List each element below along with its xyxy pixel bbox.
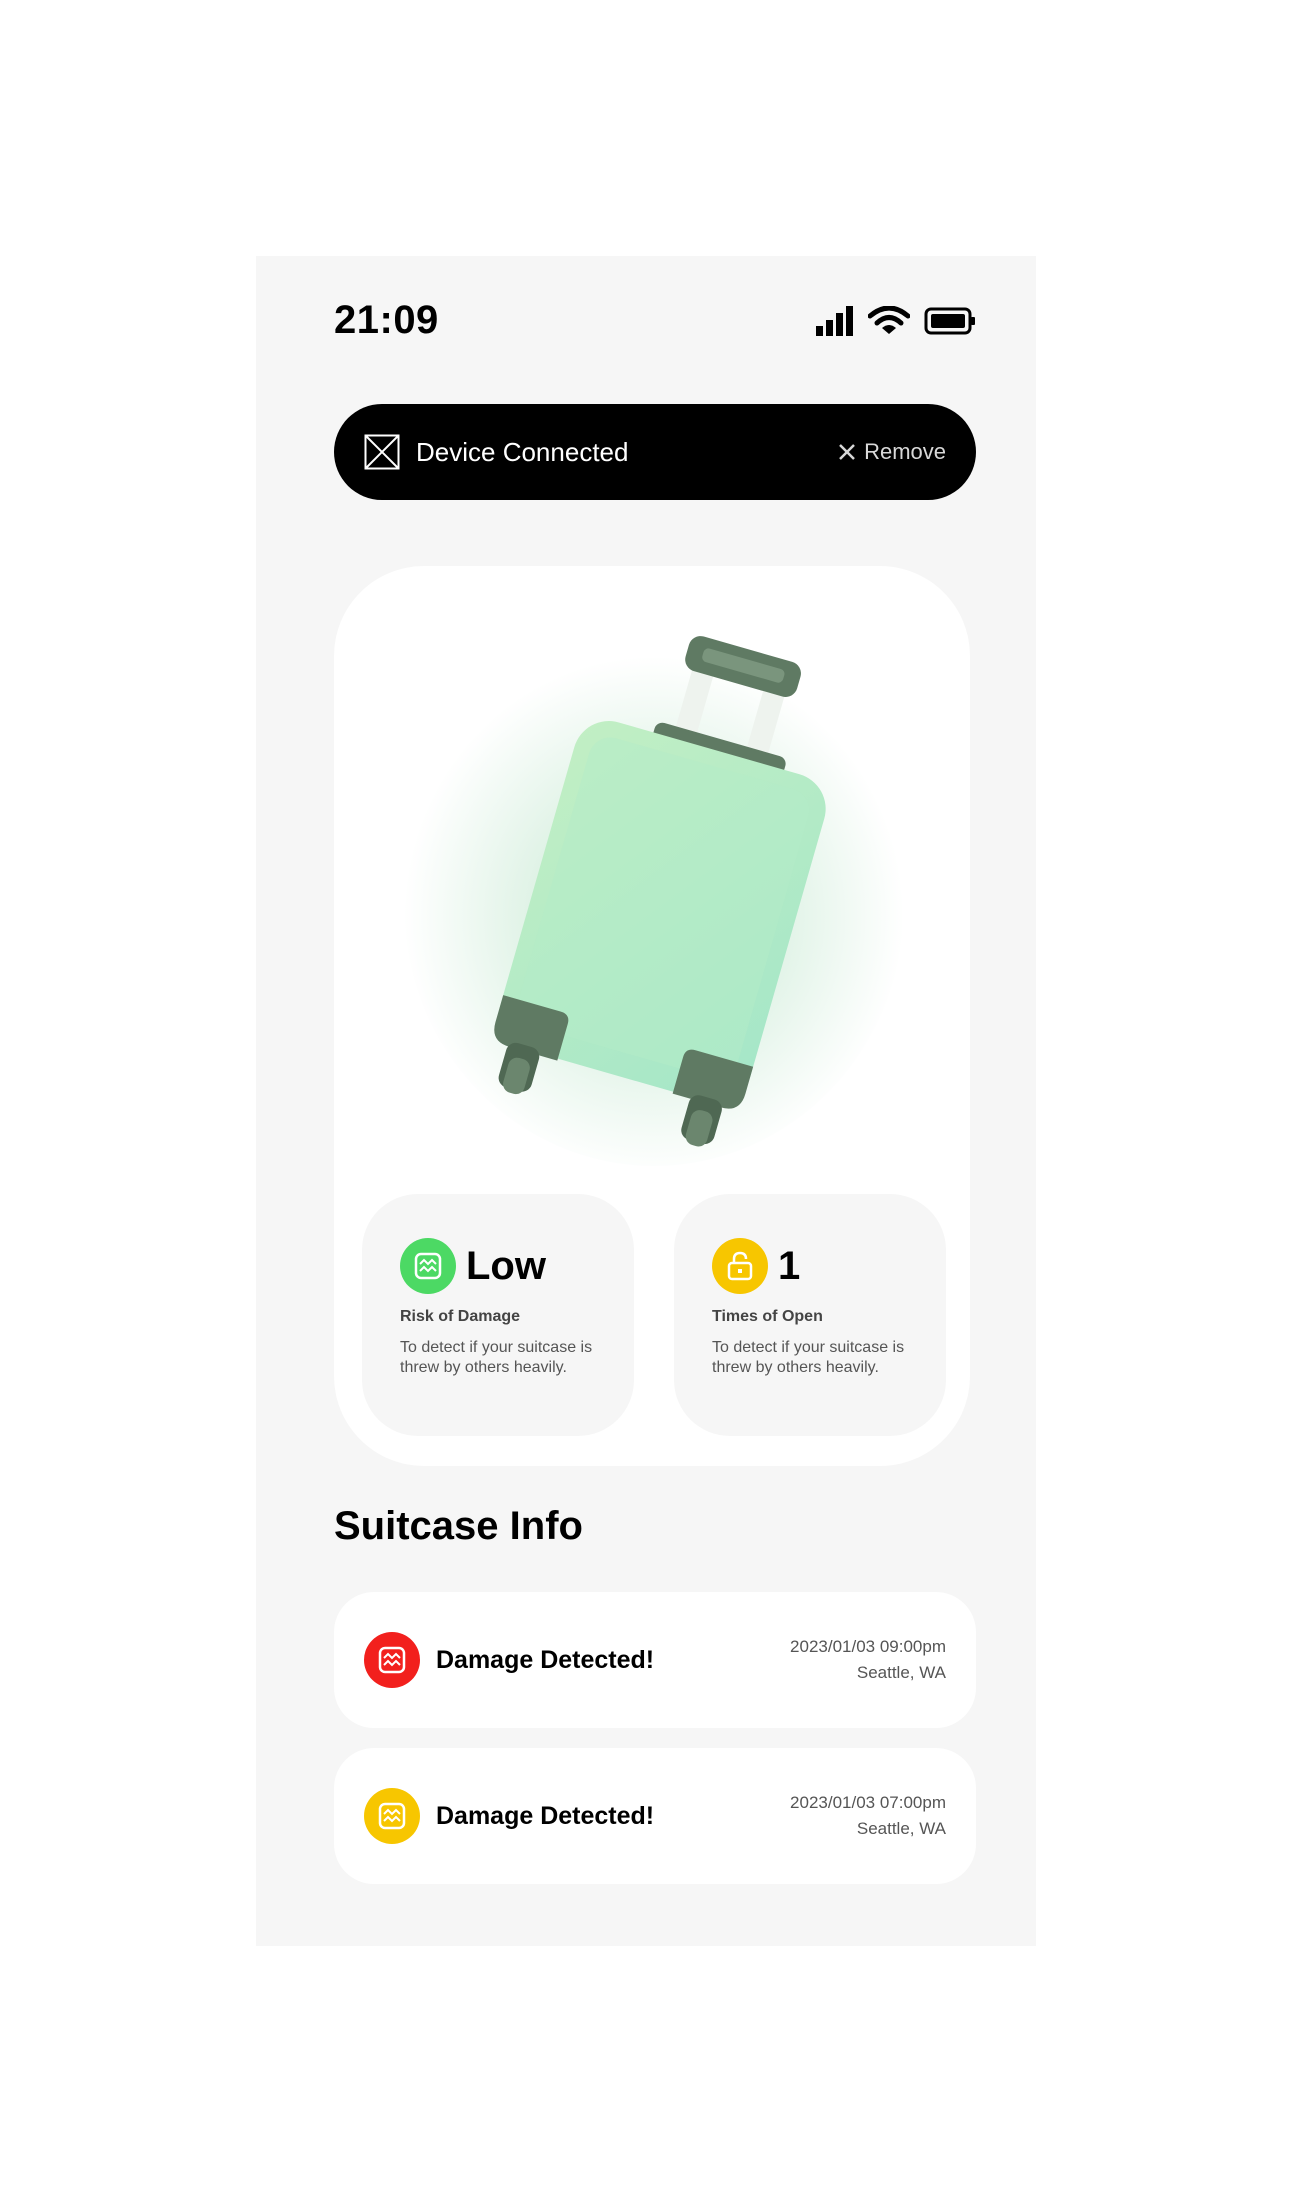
status-time: 21:09 [334, 298, 439, 342]
event-item[interactable]: Damage Detected! 2023/01/03 09:00pm Seat… [334, 1592, 976, 1728]
close-icon [839, 444, 855, 460]
risk-of-damage-card: Low Risk of Damage To detect if your sui… [362, 1194, 634, 1436]
event-location: Seattle, WA [856, 1663, 946, 1682]
open-label: Times of Open [712, 1308, 823, 1325]
event-location: Seattle, WA [856, 1819, 946, 1838]
remove-label: Remove [864, 439, 946, 464]
section-title: Suitcase Info [334, 1504, 583, 1548]
open-description: To detect if your suitcase is threw by o… [712, 1339, 905, 1376]
wifi-icon [868, 306, 910, 334]
suitcase-illustration [404, 636, 904, 1166]
damage-alert-badge [364, 1788, 420, 1844]
risk-description: To detect if your suitcase is threw by o… [400, 1339, 593, 1376]
event-item[interactable]: Damage Detected! 2023/01/03 07:00pm Seat… [334, 1748, 976, 1884]
risk-value: Low [466, 1243, 546, 1288]
damage-wave-icon [378, 1646, 406, 1674]
event-meta: 2023/01/03 09:00pm Seattle, WA [790, 1634, 946, 1686]
status-icons [816, 306, 976, 336]
event-datetime: 2023/01/03 09:00pm [790, 1637, 946, 1656]
signal-icon [816, 306, 853, 336]
damage-wave-icon [378, 1802, 406, 1830]
event-title: Damage Detected! [436, 1645, 655, 1674]
open-count-value: 1 [778, 1243, 801, 1288]
device-placeholder-icon [364, 434, 400, 470]
banner-title: Device Connected [416, 436, 629, 467]
suitcase-card: Low Risk of Damage To detect if your sui… [334, 566, 970, 1466]
event-title: Damage Detected! [436, 1801, 655, 1830]
risk-label: Risk of Damage [400, 1308, 521, 1325]
damage-wave-icon [414, 1252, 442, 1280]
times-of-open-card: 1 Times of Open To detect if your suitca… [674, 1194, 946, 1436]
open-badge [712, 1238, 768, 1294]
unlock-icon [727, 1251, 753, 1281]
device-connected-banner: Device Connected Remove [334, 404, 976, 500]
event-meta: 2023/01/03 07:00pm Seattle, WA [790, 1790, 946, 1842]
remove-button[interactable]: Remove [838, 439, 946, 465]
phone-screen: 21:09 Device Connected Remove Low Risk o… [256, 256, 1036, 1946]
damage-alert-badge [364, 1632, 420, 1688]
event-datetime: 2023/01/03 07:00pm [790, 1793, 946, 1812]
battery-icon [924, 307, 975, 335]
damage-badge [400, 1238, 456, 1294]
